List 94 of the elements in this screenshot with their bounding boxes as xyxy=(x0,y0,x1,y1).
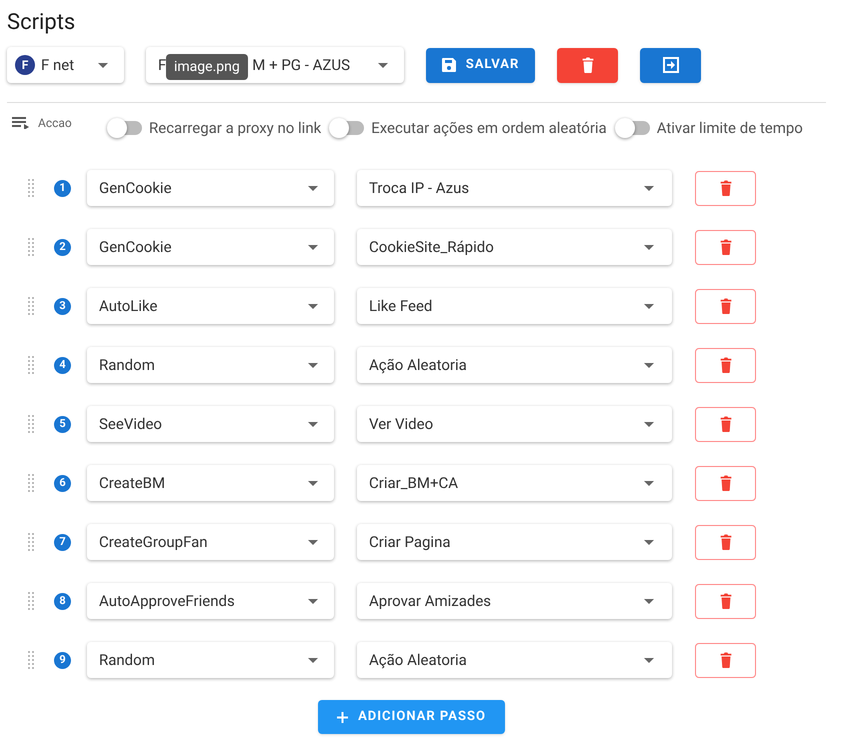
step-number: 2 xyxy=(54,238,71,256)
delete-step-button[interactable] xyxy=(695,288,756,324)
avatar: F xyxy=(15,55,35,75)
script-dropdown[interactable]: Criar Pagina xyxy=(357,524,672,560)
caret-icon xyxy=(308,186,318,190)
drag-handle-icon[interactable] xyxy=(27,238,35,256)
step-number: 8 xyxy=(54,592,71,610)
caret-icon xyxy=(644,598,654,604)
trash-icon xyxy=(718,534,732,550)
action-dropdown[interactable]: SeeVideo xyxy=(87,406,334,442)
caret-icon xyxy=(308,480,318,486)
toggle-label: Ativar limite de tempo xyxy=(656,118,803,139)
delete-step-button[interactable] xyxy=(695,230,756,264)
caret-icon xyxy=(644,422,654,426)
script-dropdown[interactable]: Aprovar Amizades xyxy=(357,583,672,619)
caret-icon xyxy=(378,62,388,68)
trash-icon xyxy=(718,475,732,491)
caret-icon xyxy=(308,244,318,250)
delete-step-button[interactable] xyxy=(695,406,756,442)
trash-icon xyxy=(718,298,732,314)
tooltip: image.png xyxy=(166,54,248,80)
drag-handle-icon[interactable] xyxy=(27,297,35,315)
save-button[interactable]: SALVAR xyxy=(426,48,535,82)
delete-step-button[interactable] xyxy=(695,642,756,678)
drag-handle-icon[interactable] xyxy=(27,179,35,197)
page-title: Scripts xyxy=(7,9,76,37)
trash-icon xyxy=(718,357,732,373)
trash-icon xyxy=(718,593,732,609)
script-dropdown[interactable]: F image.png M + PG - AZUS xyxy=(146,47,404,83)
toggle-label: Recarregar a proxy no link xyxy=(149,118,322,139)
step-number: 6 xyxy=(54,474,71,492)
toggle-switch[interactable] xyxy=(614,118,651,138)
drag-handle-icon[interactable] xyxy=(27,533,35,551)
caret-icon xyxy=(308,658,318,662)
menu-label: Accao xyxy=(38,115,72,132)
caret-icon xyxy=(644,362,654,368)
export-button[interactable] xyxy=(640,48,701,82)
script-dropdown[interactable]: Criar_BM+CA xyxy=(357,465,672,501)
step-number: 5 xyxy=(54,416,71,432)
action-dropdown[interactable]: Random xyxy=(87,642,334,678)
trash-icon xyxy=(718,652,732,668)
caret-icon xyxy=(644,480,654,486)
action-dropdown[interactable]: CreateBM xyxy=(87,465,334,501)
plus-icon xyxy=(337,712,348,722)
action-dropdown[interactable]: GenCookie xyxy=(87,170,334,206)
delete-button[interactable] xyxy=(557,48,618,82)
trash-icon xyxy=(718,180,732,196)
script-dropdown[interactable]: Ação Aleatoria xyxy=(357,642,672,678)
drag-handle-icon[interactable] xyxy=(27,474,35,492)
step-number: 4 xyxy=(54,356,71,374)
caret-icon xyxy=(308,422,318,426)
script-dropdown[interactable]: Like Feed xyxy=(357,288,672,324)
caret-icon xyxy=(308,598,318,604)
caret-icon xyxy=(644,244,654,250)
action-dropdown[interactable]: AutoLike xyxy=(87,288,334,324)
toggle-switch[interactable] xyxy=(329,118,366,138)
exit-icon xyxy=(662,57,678,73)
script-dropdown[interactable]: Ver Video xyxy=(357,406,672,442)
trash-icon xyxy=(580,57,594,73)
account-dropdown[interactable]: F F net xyxy=(7,47,124,83)
action-dropdown[interactable]: CreateGroupFan xyxy=(87,524,334,560)
caret-icon xyxy=(644,540,654,544)
caret-icon xyxy=(308,362,318,368)
drag-handle-icon[interactable] xyxy=(27,592,35,610)
trash-icon xyxy=(718,416,732,432)
list-icon xyxy=(12,117,30,129)
action-dropdown[interactable]: Random xyxy=(87,347,334,383)
trash-icon xyxy=(718,239,732,255)
delete-step-button[interactable] xyxy=(695,524,756,560)
script-dropdown[interactable]: Ação Aleatoria xyxy=(357,347,672,383)
caret-icon xyxy=(644,658,654,662)
caret-icon xyxy=(98,62,108,68)
save-icon xyxy=(442,58,456,72)
script-dropdown[interactable]: CookieSite_Rápido xyxy=(357,229,672,265)
caret-icon xyxy=(644,186,654,190)
action-dropdown[interactable]: GenCookie xyxy=(87,229,334,265)
step-number: 7 xyxy=(54,534,71,550)
delete-step-button[interactable] xyxy=(695,466,756,500)
drag-handle-icon[interactable] xyxy=(27,651,35,669)
toggle-switch[interactable] xyxy=(107,118,143,138)
caret-icon xyxy=(644,304,654,308)
caret-icon xyxy=(308,540,318,544)
toggle-label: Executar ações em ordem aleatória xyxy=(371,118,607,139)
delete-step-button[interactable] xyxy=(695,584,756,618)
drag-handle-icon[interactable] xyxy=(27,415,35,433)
delete-step-button[interactable] xyxy=(695,348,756,382)
action-dropdown[interactable]: AutoApproveFriends xyxy=(87,583,334,619)
step-number: 3 xyxy=(54,298,71,314)
step-number: 9 xyxy=(54,652,71,668)
caret-icon xyxy=(308,304,318,308)
step-number: 1 xyxy=(54,180,71,196)
script-dropdown[interactable]: Troca IP - Azus xyxy=(357,170,672,206)
drag-handle-icon[interactable] xyxy=(27,356,35,374)
delete-step-button[interactable] xyxy=(695,170,756,206)
